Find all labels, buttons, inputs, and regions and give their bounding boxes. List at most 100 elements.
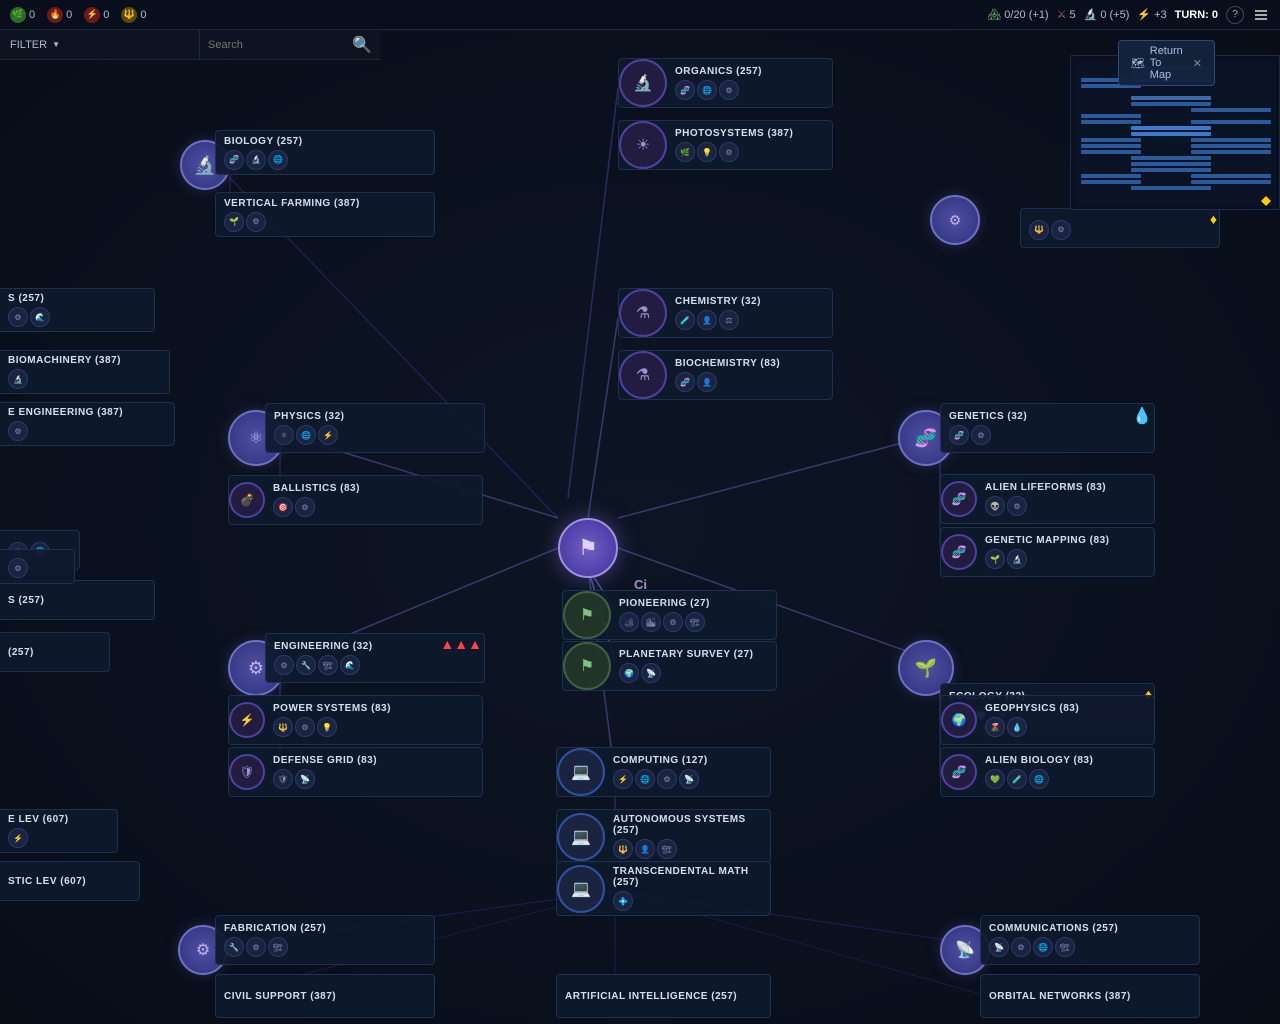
alien-lifeforms-icon: 🧬 [952, 492, 967, 506]
defense-grid-icon: 🛡 [239, 765, 254, 779]
sub-icon: 🌊 [30, 307, 50, 327]
tech-node-computing[interactable]: 💻 COMPUTING (127) ⚡ 🌐 ⚙ 📡 [556, 747, 771, 797]
tech-node-geophysics[interactable]: 🌍 GEOPHYSICS (83) 🌋 💧 [940, 695, 1155, 745]
tech-node-alien-lifeforms[interactable]: 🧬 ALIEN LIFEFORMS (83) 👽 ⚙ [940, 474, 1155, 524]
planetary-survey-sub-icons: 🌍 📡 [619, 663, 768, 683]
sub-icon: 📡 [641, 663, 661, 683]
sub-icon: ⚡ [613, 769, 633, 789]
tech-node-photosystems[interactable]: ☀ PHOTOSYSTEMS (387) 🌿 💡 ⚙ [618, 120, 833, 170]
tech-node-engineering[interactable]: ENGINEERING (32) ⚙ 🔧 🏗 🌊 ▲▲▲ [265, 633, 485, 683]
power-systems-sub-icons: 🔱 ⚙ 💡 [273, 717, 474, 737]
tech-node-communications[interactable]: COMMUNICATIONS (257) 📡 ⚙ 🌐 🏗 [980, 915, 1200, 965]
geophysics-icon-circle: 🌍 [941, 702, 977, 738]
turn-label: TURN: 0 [1175, 9, 1218, 21]
sub-icon: ⚙ [274, 655, 294, 675]
close-icon[interactable]: ✕ [1193, 57, 1202, 70]
biochemistry-content: BIOCHEMISTRY (83) 🧬 👤 [667, 354, 832, 396]
sub-icon: 🌐 [1029, 769, 1049, 789]
physics-sub-icons: ⚛ 🌐 ⚡ [274, 425, 476, 445]
tech-node-pioneering[interactable]: ⚑ PIONEERING (27) 🏕 🏙 ⚙ 🏗 [562, 590, 777, 640]
resource-red2: ⚡ 0 [84, 7, 109, 23]
pop-stat: 🏘 0/20 (+1) [987, 8, 1048, 21]
energy-value: +3 [1154, 9, 1167, 21]
tech-node-orbital-networks[interactable]: ORBITAL NETWORKS (387) [980, 974, 1200, 1018]
tech-node-e-lev[interactable]: E LEV (607) ⚡ [0, 809, 118, 853]
planetary-survey-title: PLANETARY SURVEY (27) [619, 649, 768, 660]
sub-icon: 💡 [317, 717, 337, 737]
tech-node-left-257[interactable]: (257) [0, 632, 110, 672]
ballistics-title: BALLISTICS (83) [273, 483, 474, 494]
ballistics-icon: 💣 [240, 493, 255, 507]
computing-icon: 💻 [571, 762, 591, 782]
search-icon[interactable]: 🔍 [344, 35, 380, 55]
left-s1-title: S (257) [8, 293, 146, 304]
tech-node-planetary-survey[interactable]: ⚑ PLANETARY SURVEY (27) 🌍 📡 [562, 641, 777, 691]
tech-node-transcendental-math[interactable]: 💻 TRANSCENDENTAL MATH (257) 💠 [556, 861, 771, 916]
sub-icon: 🌐 [268, 150, 288, 170]
sub-icon: ⚙ [8, 558, 28, 578]
sub-icon: ⚙ [1051, 220, 1071, 240]
tech-node-civil-support[interactable]: CIVIL SUPPORT (387) [215, 974, 435, 1018]
sub-icon: 🔱 [1029, 220, 1049, 240]
sub-icon: ⚙ [8, 307, 28, 327]
photosystems-icon: ☀ [636, 135, 650, 155]
tech-node-artificial-intelligence[interactable]: ARTIFICIAL INTELLIGENCE (257) [556, 974, 771, 1018]
habitation-icon: ⚑ [578, 535, 598, 561]
menu-button[interactable] [1252, 6, 1270, 24]
return-to-map-button[interactable]: 🗺 Return To Map ✕ [1118, 40, 1215, 86]
habitation-hub[interactable]: ⚑ [558, 518, 618, 578]
tech-node-defense-grid[interactable]: 🛡 DEFENSE GRID (83) 🛡 📡 [228, 747, 483, 797]
return-label: Return To Map [1150, 45, 1183, 81]
tech-node-left-engineering[interactable]: E ENGINEERING (387) ⚙ [0, 402, 175, 446]
top-right-hub[interactable]: ⚙ [930, 195, 980, 245]
tech-node-biology[interactable]: BIOLOGY (257) 🧬 🔬 🌐 [215, 130, 435, 175]
sub-icon: 🏗 [657, 839, 677, 859]
sub-icon: 🌊 [340, 655, 360, 675]
filter-button[interactable]: FILTER ▼ [0, 39, 199, 51]
resource-icon-4: 🔱 [121, 7, 137, 23]
pioneering-icon: ⚑ [580, 605, 594, 625]
resource-icon-1: 🌿 [10, 7, 26, 23]
geophysics-title: GEOPHYSICS (83) [985, 703, 1146, 714]
sub-icon: 📡 [679, 769, 699, 789]
tech-node-left-s1[interactable]: S (257) ⚙ 🌊 [0, 288, 155, 332]
sub-icon: 🌱 [985, 549, 1005, 569]
tech-node-biomachinery[interactable]: BIOMACHINERY (387) 🔬 [0, 350, 170, 394]
transcendental-math-icon: 💻 [571, 879, 591, 899]
left-partial2-sub-icons: ⚙ [8, 558, 66, 578]
tech-node-chemistry[interactable]: ⚗ CHEMISTRY (32) 🧪 👤 ⚖ [618, 288, 833, 338]
tech-node-stic-lev[interactable]: STIC LEV (607) [0, 861, 140, 901]
tech-node-alien-biology[interactable]: 🧬 ALIEN BIOLOGY (83) 💚 🧪 🌐 [940, 747, 1155, 797]
tech-node-physics[interactable]: PHYSICS (32) ⚛ 🌐 ⚡ [265, 403, 485, 453]
help-button[interactable]: ? [1226, 6, 1244, 24]
power-systems-title: POWER SYSTEMS (83) [273, 703, 474, 714]
filter-arrow-icon: ▼ [52, 40, 60, 49]
alien-biology-icon: 🧬 [952, 765, 967, 779]
orbital-networks-content: ORBITAL NETWORKS (387) [981, 987, 1199, 1006]
search-input[interactable] [200, 39, 344, 51]
military-stat: ⚔ 5 [1057, 8, 1076, 21]
top-right-content: 🔱 ⚙ [1021, 213, 1219, 244]
tech-node-genetic-mapping[interactable]: 🧬 GENETIC MAPPING (83) 🌱 🔬 [940, 527, 1155, 577]
sub-icon: ⚙ [971, 425, 991, 445]
photosystems-content: PHOTOSYSTEMS (387) 🌿 💡 ⚙ [667, 124, 832, 166]
tech-node-vertical-farming[interactable]: VERTICAL FARMING (387) 🌱 ⚙ [215, 192, 435, 237]
tech-node-genetics[interactable]: GENETICS (32) 🧬 ⚙ 💧 [940, 403, 1155, 453]
biomachinery-title: BIOMACHINERY (387) [8, 355, 161, 366]
tech-node-ballistics[interactable]: 💣 BALLISTICS (83) 🎯 ⚙ [228, 475, 483, 525]
genetics-title: GENETICS (32) [949, 411, 1146, 422]
genetic-mapping-sub-icons: 🌱 🔬 [985, 549, 1146, 569]
tech-node-biochemistry[interactable]: ⚗ BIOCHEMISTRY (83) 🧬 👤 [618, 350, 833, 400]
tech-node-left-partial2[interactable]: ⚙ [0, 549, 75, 584]
tech-node-power-systems[interactable]: ⚡ POWER SYSTEMS (83) 🔱 ⚙ 💡 [228, 695, 483, 745]
fabrication-sub-icons: 🔧 ⚙ 🏗 [224, 937, 426, 957]
transcendental-math-title: TRANSCENDENTAL MATH (257) [613, 866, 762, 888]
tech-node-fabrication[interactable]: FABRICATION (257) 🔧 ⚙ 🏗 [215, 915, 435, 965]
tech-node-organics[interactable]: 🔬 ORGANICS (257) 🧬 🌐 ⚙ [618, 58, 833, 108]
alien-biology-content: ALIEN BIOLOGY (83) 💚 🧪 🌐 [977, 751, 1154, 793]
tech-node-top-right[interactable]: 🔱 ⚙ ♦ [1020, 208, 1220, 248]
tech-node-left-s2[interactable]: S (257) [0, 580, 155, 620]
top-bar-right: 🏘 0/20 (+1) ⚔ 5 🔬 0 (+5) ⚡ +3 TURN: 0 ? [987, 6, 1280, 24]
top-bar: 🌿 0 🔥 0 ⚡ 0 🔱 0 🏘 0/20 (+1) ⚔ 5 🔬 0 (+5) [0, 0, 1280, 30]
tech-node-autonomous-systems[interactable]: 💻 AUTONOMOUS SYSTEMS (257) 🔱 👤 🏗 [556, 809, 771, 864]
